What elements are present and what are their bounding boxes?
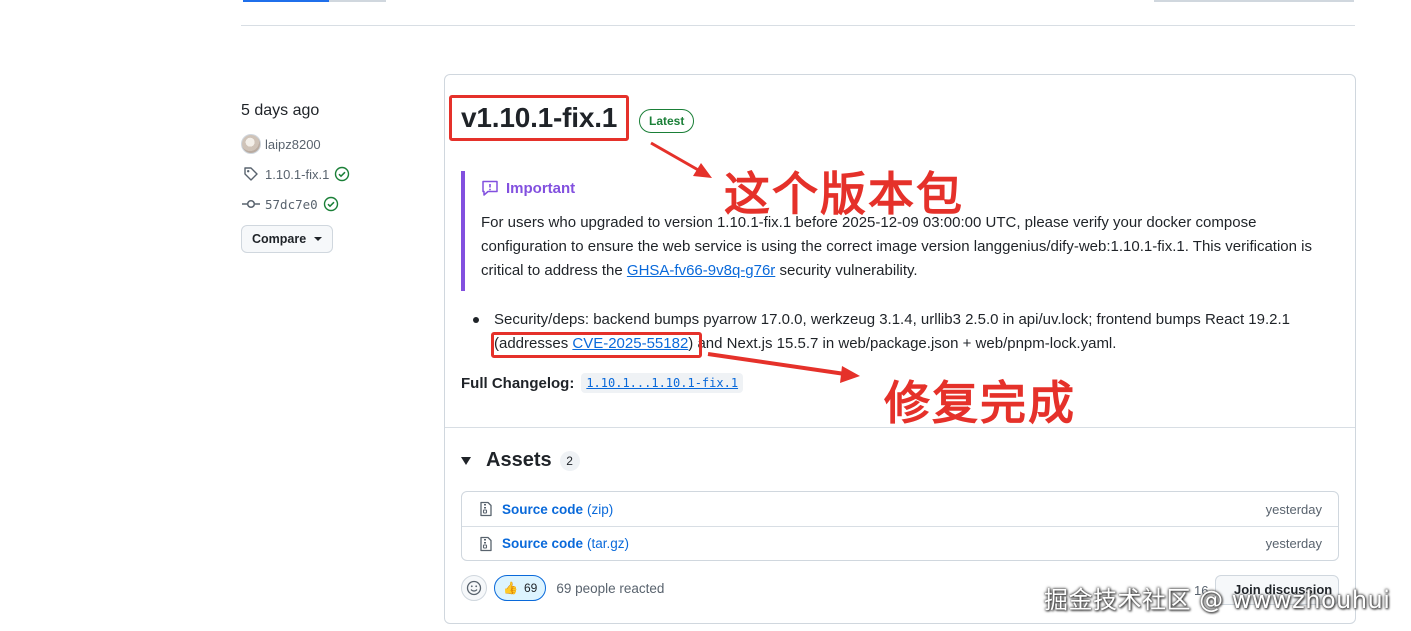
thumbs-up-emoji: 👍	[503, 581, 518, 595]
assets-list: Source code (zip) yesterday Source code …	[461, 491, 1339, 561]
smiley-icon	[466, 580, 482, 596]
assets-heading: Assets	[486, 449, 552, 471]
tag-icon	[241, 164, 261, 184]
annotation-version-package: 这个版本包	[724, 167, 964, 221]
asset-name[interactable]: Source code	[502, 502, 583, 517]
release-tag-row[interactable]: 1.10.1-fix.1	[241, 159, 431, 189]
author-avatar[interactable]	[241, 134, 261, 154]
changelog-label: Full Changelog:	[461, 374, 575, 392]
changelog-compare-link[interactable]: 1.10.1...1.10.1-fix.1	[586, 376, 738, 390]
assets-toggle[interactable]: Assets 2	[461, 449, 580, 472]
annotation-fix-complete: 修复完成	[884, 376, 1076, 430]
release-date: 5 days ago	[241, 102, 320, 119]
asset-row[interactable]: Source code (zip) yesterday	[462, 492, 1338, 526]
triangle-down-icon	[461, 456, 471, 465]
bullet-text-after: ) and Next.js 15.5.7 in web/package.json…	[688, 335, 1117, 352]
git-commit-icon	[241, 194, 261, 214]
top-divider	[241, 25, 1355, 26]
release-note-item: Security/deps: backend bumps pyarrow 17.…	[473, 308, 1343, 358]
verified-check-icon[interactable]	[332, 164, 352, 184]
release-meta: 5 days ago laipz8200 1.10.1-fix.1 57dc7e…	[241, 99, 431, 253]
reactions-summary: 69 people reacted	[556, 580, 665, 596]
verified-check-icon[interactable]	[321, 194, 341, 214]
asset-name[interactable]: Source code	[502, 536, 583, 551]
add-reaction-button[interactable]	[461, 575, 487, 601]
bullet-dot	[473, 317, 479, 323]
author-name[interactable]: laipz8200	[265, 137, 321, 152]
ghsa-link[interactable]: GHSA-fv66-9v8q-g76r	[627, 262, 775, 279]
latest-badge: Latest	[639, 109, 695, 133]
asset-ext[interactable]: (zip)	[587, 502, 613, 517]
release-author-row[interactable]: laipz8200	[241, 129, 431, 159]
release-commit-row[interactable]: 57dc7e0	[241, 189, 431, 219]
top-tab-indicator	[243, 0, 386, 2]
watermark: 掘金技术社区 @ wwwzhouhui	[1044, 586, 1391, 614]
compare-button[interactable]: Compare	[241, 225, 334, 253]
commit-sha[interactable]: 57dc7e0	[265, 197, 318, 212]
assets-count: 2	[559, 450, 580, 471]
thumbs-up-count: 69	[523, 581, 538, 595]
compare-label: Compare	[252, 232, 307, 246]
callout-heading-text: Important	[506, 179, 576, 197]
report-icon	[482, 180, 498, 196]
file-zip-icon	[480, 501, 492, 517]
asset-row[interactable]: Source code (tar.gz) yesterday	[462, 526, 1338, 560]
asset-date: yesterday	[1265, 501, 1322, 517]
annotation-cve-box	[491, 332, 702, 358]
thumbs-up-reaction[interactable]: 👍 69	[494, 575, 547, 601]
asset-date: yesterday	[1265, 536, 1322, 551]
file-zip-icon	[480, 536, 492, 551]
tag-name[interactable]: 1.10.1-fix.1	[265, 167, 329, 182]
top-right-control-edge	[1154, 0, 1354, 2]
release-title[interactable]: v1.10.1-fix.1	[461, 102, 617, 134]
callout-text-after: security vulnerability.	[775, 262, 918, 279]
reactions-bar: 👍 69 69 people reacted	[461, 575, 664, 601]
asset-ext[interactable]: (tar.gz)	[587, 536, 629, 551]
full-changelog: Full Changelog: 1.10.1...1.10.1-fix.1	[461, 373, 744, 393]
caret-down-icon	[314, 237, 323, 241]
release-card: v1.10.1-fix.1 Latest Important For users…	[444, 74, 1356, 624]
